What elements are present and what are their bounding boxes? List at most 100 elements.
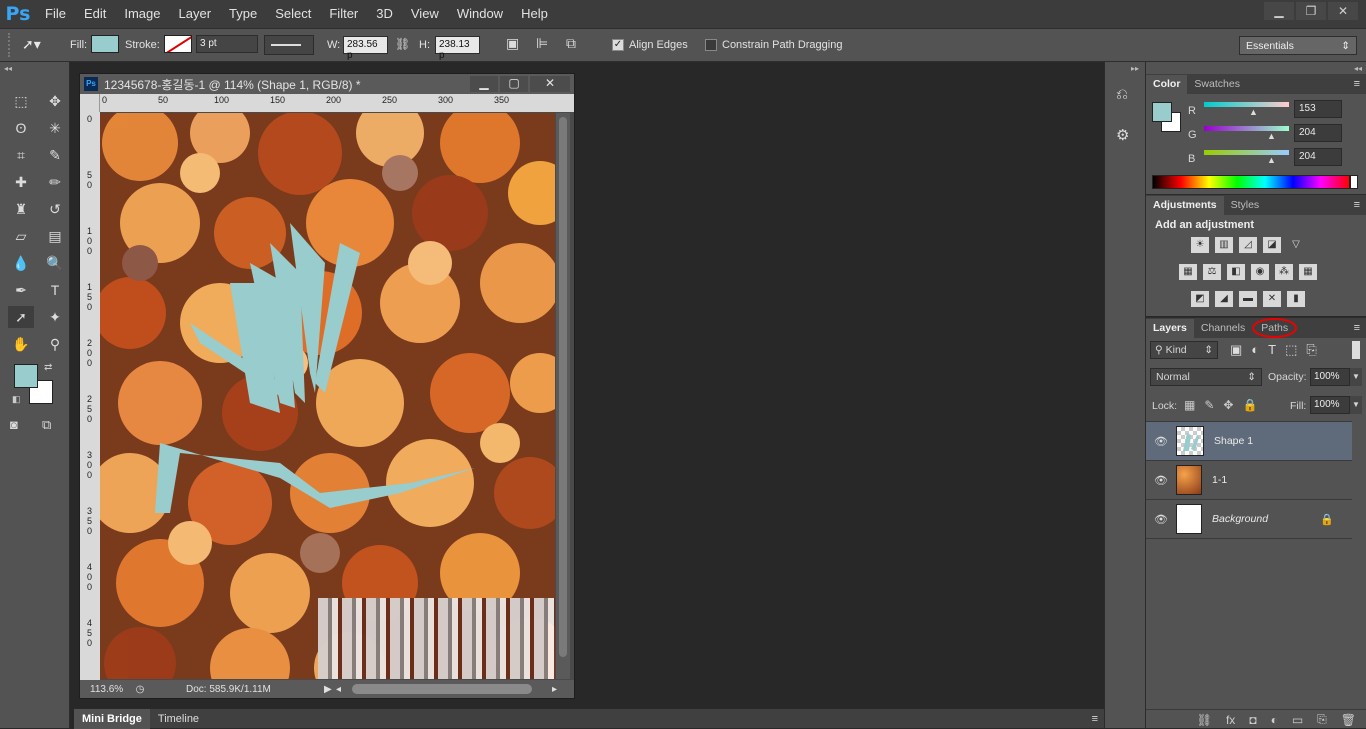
fill-field[interactable]: 100%: [1310, 396, 1350, 414]
doc-minimize-icon[interactable]: ▁: [470, 76, 498, 92]
new-layer-icon[interactable]: ⎘: [1317, 712, 1327, 727]
lock-transparency-icon[interactable]: ▦: [1184, 398, 1195, 412]
panel-menu-icon[interactable]: ≡: [1354, 75, 1360, 94]
menu-edit[interactable]: Edit: [75, 0, 115, 28]
tab-paths[interactable]: Paths: [1252, 318, 1298, 338]
layer-style-icon[interactable]: fx: [1226, 713, 1235, 727]
invert-icon[interactable]: ◩: [1191, 291, 1209, 307]
g-slider[interactable]: [1204, 126, 1289, 131]
new-group-icon[interactable]: ▭: [1292, 713, 1303, 727]
path-selection-tool-icon[interactable]: ➚: [8, 306, 34, 328]
panel-menu-icon[interactable]: ≡: [1354, 319, 1360, 338]
doc-close-icon[interactable]: ✕: [530, 76, 570, 92]
eraser-icon[interactable]: ▱: [8, 225, 34, 247]
doc-maximize-icon[interactable]: ▢: [500, 76, 528, 92]
workspace-dropdown[interactable]: Essentials ⇕: [1239, 36, 1357, 55]
type-filter-icon[interactable]: T: [1268, 342, 1276, 358]
visibility-eye-icon[interactable]: 👁: [1146, 435, 1176, 448]
selective-color-icon[interactable]: ✕: [1263, 291, 1281, 307]
threshold-icon[interactable]: ▬: [1239, 291, 1257, 307]
status-info-icon[interactable]: ◷: [132, 684, 148, 695]
tab-timeline[interactable]: Timeline: [150, 709, 207, 729]
layer-row-1-1[interactable]: 👁 1-1: [1146, 461, 1352, 500]
filter-kind-dropdown[interactable]: ⚲ Kind ⇕: [1150, 341, 1218, 359]
horizontal-scroll-thumb[interactable]: [352, 684, 532, 694]
r-slider-handle-icon[interactable]: ▲: [1249, 107, 1258, 117]
minimize-icon[interactable]: ▁: [1264, 2, 1294, 20]
smart-object-filter-icon[interactable]: ⎘: [1306, 342, 1316, 358]
collapse-panels-icon[interactable]: ◂◂: [1354, 64, 1362, 73]
align-edges-checkbox[interactable]: ✓: [612, 39, 624, 51]
brightness-icon[interactable]: ☀: [1191, 237, 1209, 253]
layer-row-background[interactable]: 👁 Background 🔒: [1146, 500, 1352, 539]
constrain-path-checkbox[interactable]: [705, 39, 717, 51]
shape-filter-icon[interactable]: ⬚: [1285, 342, 1297, 358]
scroll-thumb[interactable]: [559, 117, 567, 657]
b-value[interactable]: 204: [1294, 148, 1342, 166]
pixel-filter-icon[interactable]: ▣: [1230, 342, 1242, 358]
b-slider-handle-icon[interactable]: ▲: [1267, 155, 1276, 165]
dodge-tool-icon[interactable]: 🔍: [42, 252, 68, 274]
height-field[interactable]: 238.13 p: [435, 36, 480, 61]
exposure-icon[interactable]: ◪: [1263, 237, 1281, 253]
g-slider-handle-icon[interactable]: ▲: [1267, 131, 1276, 141]
blend-mode-dropdown[interactable]: Normal ⇕: [1150, 368, 1262, 386]
magic-wand-icon[interactable]: ✳: [42, 117, 68, 139]
hue-saturation-icon[interactable]: ▦: [1179, 264, 1197, 280]
path-operations-icon[interactable]: ▣: [506, 35, 519, 52]
color-balance-icon[interactable]: ⚖: [1203, 264, 1221, 280]
link-icon[interactable]: ⛓: [395, 37, 410, 51]
panel-menu-icon[interactable]: ≡: [1354, 196, 1360, 215]
curves-icon[interactable]: ◿: [1239, 237, 1257, 253]
menu-image[interactable]: Image: [115, 0, 169, 28]
r-slider[interactable]: [1204, 102, 1289, 107]
fill-arrow-icon[interactable]: ▼: [1350, 396, 1362, 414]
swap-colors-icon[interactable]: ⇄: [44, 362, 52, 373]
path-alignment-icon[interactable]: ⊫: [536, 35, 548, 52]
zoom-tool-icon[interactable]: ⚲: [42, 333, 68, 355]
crop-tool-icon[interactable]: ⌗: [8, 144, 34, 166]
path-arrangement-icon[interactable]: ⧉: [566, 35, 576, 52]
tab-channels[interactable]: Channels: [1194, 319, 1252, 338]
zoom-level[interactable]: 113.6%: [80, 684, 132, 695]
panel-menu-icon[interactable]: ≡: [1092, 713, 1098, 725]
filter-toggle[interactable]: [1352, 341, 1360, 359]
scroll-left-icon[interactable]: ◂: [336, 684, 348, 695]
menu-file[interactable]: File: [36, 0, 75, 28]
layer-name[interactable]: Shape 1: [1214, 435, 1253, 447]
menu-layer[interactable]: Layer: [170, 0, 221, 28]
visibility-eye-icon[interactable]: 👁: [1146, 513, 1176, 526]
close-icon[interactable]: ✕: [1328, 2, 1358, 20]
canvas[interactable]: [100, 113, 555, 679]
posterize-icon[interactable]: ◢: [1215, 291, 1233, 307]
menu-filter[interactable]: Filter: [320, 0, 367, 28]
layer-mask-icon[interactable]: ◘: [1249, 713, 1256, 727]
visibility-eye-icon[interactable]: 👁: [1146, 474, 1176, 487]
restore-icon[interactable]: ❐: [1296, 2, 1326, 20]
link-layers-icon[interactable]: ⛓: [1197, 713, 1212, 727]
constrain-path-option[interactable]: Constrain Path Dragging: [705, 39, 842, 51]
menu-view[interactable]: View: [402, 0, 448, 28]
history-panel-icon[interactable]: ⎌: [1116, 86, 1136, 106]
screen-mode-icon[interactable]: ⧉: [42, 417, 51, 433]
document-titlebar[interactable]: Ps 12345678-홍길동-1 @ 114% (Shape 1, RGB/8…: [80, 74, 574, 94]
delete-layer-icon[interactable]: 🗑: [1341, 713, 1356, 727]
menu-window[interactable]: Window: [448, 0, 512, 28]
color-lookup-icon[interactable]: ▦: [1299, 264, 1317, 280]
color-spectrum-ramp[interactable]: [1152, 175, 1350, 189]
align-edges-option[interactable]: ✓ Align Edges: [612, 39, 688, 51]
layer-name[interactable]: Background: [1212, 513, 1268, 525]
tab-adjustments[interactable]: Adjustments: [1146, 196, 1224, 215]
foreground-color-swatch[interactable]: [14, 364, 38, 388]
new-adjustment-icon[interactable]: ◐: [1271, 713, 1278, 727]
custom-shape-icon[interactable]: ✦: [42, 306, 68, 328]
collapse-icon[interactable]: ◂◂: [4, 64, 12, 73]
fill-swatch[interactable]: [91, 35, 119, 53]
path-select-tool-icon[interactable]: ➚▾: [22, 36, 41, 53]
stroke-width-field[interactable]: 3 pt: [196, 35, 258, 53]
quick-mask-icon[interactable]: ◙: [10, 417, 18, 432]
b-slider[interactable]: [1204, 150, 1289, 155]
expand-icon[interactable]: ▸▸: [1131, 64, 1139, 73]
vertical-scrollbar[interactable]: [556, 113, 570, 679]
color-fg-swatch[interactable]: [1152, 102, 1172, 122]
